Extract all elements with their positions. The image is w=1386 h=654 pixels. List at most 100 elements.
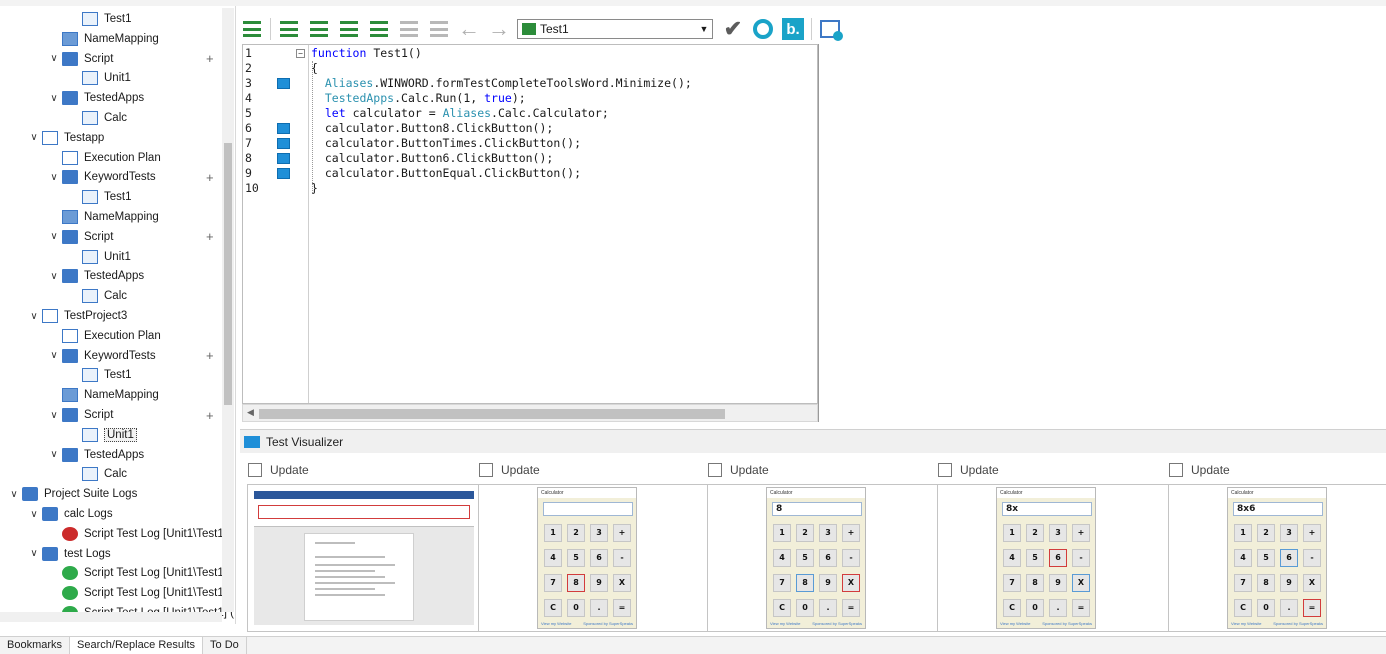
tree-item[interactable]: Execution Plan [48, 326, 161, 346]
add-icon[interactable]: + [206, 51, 214, 66]
fold-collapse-icon[interactable]: − [296, 49, 305, 58]
tree-item[interactable]: ∨ TestedApps [48, 88, 144, 108]
hide-icon[interactable] [397, 17, 421, 41]
add-icon[interactable]: + [206, 229, 214, 244]
scrollbar-thumb[interactable] [224, 143, 232, 405]
checkbox-box[interactable] [1169, 463, 1183, 477]
chevron-down-icon[interactable]: ∨ [28, 548, 40, 559]
code-line[interactable]: TestedApps.Calc.Run(1, true); [311, 91, 526, 106]
chevron-down-icon[interactable]: ∨ [48, 410, 60, 421]
bottom-tab[interactable]: To Do [203, 637, 247, 654]
visualizer-frame[interactable]: Calculator 8 1 2 3 +4 5 6-7 8 9 X C 0. = View my Websi… [707, 484, 939, 632]
uncomment-icon[interactable] [367, 17, 391, 41]
settings-icon[interactable] [818, 17, 843, 41]
show-icon[interactable] [427, 17, 451, 41]
tree-item[interactable]: Script Test Log [Unit1\Test1] ( [48, 524, 234, 544]
tree-item[interactable]: ∨ Script + [48, 405, 213, 425]
code-line[interactable]: } [311, 181, 318, 196]
add-checkpoint-icon[interactable]: ✔ [721, 16, 745, 41]
tree-item[interactable]: Unit1 [68, 68, 131, 88]
tree-item[interactable]: ∨ KeywordTests + [48, 167, 213, 187]
bottom-tab[interactable]: Search/Replace Results [70, 637, 204, 654]
test-selector-dropdown[interactable]: Test1 ▼ [517, 19, 713, 39]
tree-horizontal-scrollbar[interactable] [0, 612, 222, 622]
tree-item[interactable]: Script Test Log [Unit1\Test1] ( [48, 563, 234, 583]
tree-item[interactable]: ∨ Script + [48, 227, 213, 247]
tree-item[interactable]: Unit1 [68, 247, 131, 267]
editor-horizontal-scrollbar[interactable]: ◀ [242, 404, 818, 422]
screenshot-marker-icon[interactable] [277, 138, 290, 149]
indent-right-icon[interactable] [307, 17, 331, 41]
add-icon[interactable]: + [206, 348, 214, 363]
checkbox-box[interactable] [938, 463, 952, 477]
visualizer-frame[interactable]: Calculator 1 2 3 +4 5 6- 7 8 9 X C 0. = View my Websit… [478, 484, 710, 632]
visualizer-frame[interactable]: Calculator 8x6 1 2 3 +4 5 6- 7 8 9 X C 0. = View my Web… [1168, 484, 1386, 632]
run-test-button[interactable] [240, 17, 264, 41]
tree-item[interactable]: Script Test Log [Unit1\Test1] ( [48, 583, 234, 603]
tree-item[interactable]: Execution Plan [48, 148, 161, 168]
tree-item[interactable]: NameMapping [48, 385, 159, 405]
screenshot-marker-icon[interactable] [277, 153, 290, 164]
chevron-down-icon[interactable]: ∨ [48, 53, 60, 64]
indent-left-icon[interactable] [277, 17, 301, 41]
tree-item[interactable]: Test1 [68, 9, 132, 29]
tree-item[interactable]: Calc [68, 286, 127, 306]
chevron-down-icon[interactable]: ∨ [48, 449, 60, 460]
chevron-down-icon[interactable]: ∨ [48, 231, 60, 242]
code-line[interactable]: calculator.ButtonTimes.ClickButton(); [311, 136, 581, 151]
back-arrow-icon[interactable]: ← [457, 17, 481, 41]
tree-item[interactable]: Unit1 [68, 425, 137, 445]
chevron-down-icon[interactable]: ∨ [48, 350, 60, 361]
screenshot-marker-icon[interactable] [277, 168, 290, 179]
scrollbar-thumb[interactable] [259, 409, 725, 419]
tree-vertical-scrollbar[interactable] [222, 8, 234, 612]
checkbox-box[interactable] [708, 463, 722, 477]
tree-item[interactable]: ∨ Project Suite Logs [8, 484, 137, 504]
visualizer-frame[interactable]: Calculator 8x 1 2 3 +4 5 6- 7 8 9 X C 0. = View my Webs… [937, 484, 1169, 632]
scroll-left-icon[interactable]: ◀ [247, 407, 254, 418]
update-checkbox[interactable]: Update [479, 463, 540, 477]
bottom-tab[interactable]: Bookmarks [0, 637, 71, 654]
code-editor[interactable]: 1 2 3 4 5 6 7 8 9 10 − function Test1(){ Aliases.… [242, 44, 818, 404]
chevron-down-icon[interactable]: ∨ [48, 271, 60, 282]
tree-item[interactable]: NameMapping [48, 29, 159, 49]
tree-item[interactable]: NameMapping [48, 207, 159, 227]
tree-item[interactable]: ∨ Script + [48, 49, 213, 69]
visualizer-frame[interactable] [247, 484, 479, 632]
chevron-down-icon[interactable]: ∨ [48, 93, 60, 104]
tree-item[interactable]: ∨ KeywordTests + [48, 346, 213, 366]
refresh-ring-icon[interactable] [751, 17, 775, 41]
tree-item[interactable]: ∨ calc Logs [28, 504, 113, 524]
tree-item[interactable]: ∨ TestedApps [48, 266, 144, 286]
code-line[interactable]: calculator.Button6.ClickButton(); [311, 151, 553, 166]
code-line[interactable]: let calculator = Aliases.Calc.Calculator… [311, 106, 609, 121]
chevron-down-icon[interactable]: ∨ [28, 311, 40, 322]
screenshot-marker-icon[interactable] [277, 78, 290, 89]
forward-arrow-icon[interactable]: → [487, 17, 511, 41]
add-icon[interactable]: + [206, 170, 214, 185]
code-line[interactable]: { [311, 61, 318, 76]
tree-item[interactable]: Calc [68, 464, 127, 484]
tree-item[interactable]: Test1 [68, 187, 132, 207]
tree-item[interactable]: Test1 [68, 365, 132, 385]
update-checkbox[interactable]: Update [1169, 463, 1230, 477]
comment-icon[interactable] [337, 17, 361, 41]
code-line[interactable]: function Test1() [311, 46, 422, 61]
tree-item[interactable]: ∨ TestedApps [48, 445, 144, 465]
chevron-down-icon[interactable]: ∨ [8, 489, 20, 500]
code-line[interactable]: calculator.Button8.ClickButton(); [311, 121, 553, 136]
tree-item[interactable]: Calc [68, 108, 127, 128]
chevron-down-icon[interactable]: ∨ [48, 172, 60, 183]
code-line[interactable]: Aliases.WINWORD.formTestCompleteToolsWor… [311, 76, 692, 91]
tree-item[interactable]: ∨ TestProject3 [28, 306, 127, 326]
chevron-down-icon[interactable]: ∨ [28, 509, 40, 520]
checkbox-box[interactable] [479, 463, 493, 477]
update-checkbox[interactable]: Update [938, 463, 999, 477]
update-checkbox[interactable]: Update [708, 463, 769, 477]
update-checkbox[interactable]: Update [248, 463, 309, 477]
bold-b-icon[interactable]: b. [781, 17, 805, 41]
tree-item[interactable]: ∨ Testapp [28, 128, 104, 148]
tree-item[interactable]: ∨ test Logs [28, 544, 111, 564]
add-icon[interactable]: + [206, 408, 214, 423]
code-line[interactable]: calculator.ButtonEqual.ClickButton(); [311, 166, 581, 181]
